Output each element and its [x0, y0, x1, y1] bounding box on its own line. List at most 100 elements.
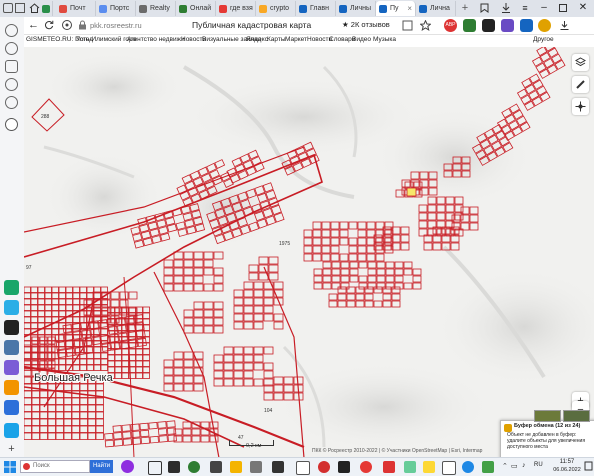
parcel[interactable]: [213, 354, 224, 363]
town-parcel[interactable]: [86, 286, 94, 293]
parcel[interactable]: [400, 242, 410, 251]
parcel[interactable]: [322, 282, 332, 290]
town-parcel[interactable]: [51, 328, 59, 335]
parcel[interactable]: [24, 376, 32, 385]
parcel[interactable]: [253, 378, 264, 387]
parcel[interactable]: [357, 221, 367, 230]
parcel-block[interactable]: [213, 346, 274, 387]
parcel[interactable]: [243, 346, 254, 355]
browser-tab[interactable]: Пу ×: [376, 1, 416, 16]
bookmark-item[interactable]: Яндекс: [246, 36, 268, 43]
town-parcel[interactable]: [135, 348, 143, 355]
parcel[interactable]: [183, 251, 194, 260]
browser-tab[interactable]: Личны: [336, 1, 376, 16]
parcel[interactable]: [348, 237, 358, 246]
town-parcel[interactable]: [93, 292, 101, 299]
parcel[interactable]: [263, 392, 274, 401]
town-parcel[interactable]: [72, 364, 80, 371]
parcel[interactable]: [313, 282, 323, 290]
town-parcel[interactable]: [58, 358, 66, 365]
parcel[interactable]: [469, 206, 479, 215]
town-parcel[interactable]: [142, 360, 150, 367]
town-parcel[interactable]: [51, 310, 59, 317]
bookmark-item[interactable]: Музыка: [373, 36, 396, 43]
taskbar-app-white[interactable]: [296, 461, 310, 475]
town-parcel[interactable]: [55, 411, 64, 419]
reload-icon[interactable]: [44, 20, 54, 30]
parcel[interactable]: [149, 228, 160, 238]
parcel[interactable]: [331, 268, 341, 276]
town-parcel[interactable]: [51, 298, 59, 305]
parcel[interactable]: [313, 268, 323, 276]
parcel[interactable]: [193, 317, 204, 326]
parcel[interactable]: [385, 261, 395, 269]
parcel[interactable]: [223, 378, 234, 387]
town-parcel[interactable]: [30, 310, 38, 317]
parcel[interactable]: [39, 344, 48, 353]
parcel-block[interactable]: [104, 420, 177, 448]
parcel[interactable]: [349, 261, 359, 269]
town-parcel[interactable]: [44, 310, 52, 317]
town-parcel[interactable]: [87, 425, 96, 433]
parcel[interactable]: [312, 221, 322, 230]
parcel[interactable]: [394, 275, 404, 283]
extension-icon-green[interactable]: [463, 19, 476, 32]
parcel[interactable]: [183, 359, 194, 368]
town-parcel[interactable]: [55, 404, 64, 412]
town-parcel[interactable]: [30, 304, 38, 311]
parcel[interactable]: [233, 297, 244, 306]
taskbar-app-notes[interactable]: [442, 461, 456, 475]
town-parcel[interactable]: [128, 348, 136, 355]
parcel[interactable]: [233, 313, 244, 322]
town-parcel[interactable]: [24, 304, 31, 311]
file-explorer-icon[interactable]: [230, 461, 242, 473]
parcel[interactable]: [193, 309, 204, 318]
parcel[interactable]: [348, 221, 358, 230]
parcel[interactable]: [101, 342, 112, 352]
parcel[interactable]: [340, 282, 350, 290]
parcel[interactable]: [110, 299, 120, 308]
town-parcel[interactable]: [31, 397, 40, 405]
parcel[interactable]: [163, 275, 174, 284]
parcel[interactable]: [122, 438, 133, 446]
town-parcel[interactable]: [87, 418, 96, 426]
parcel[interactable]: [213, 317, 224, 326]
parcel[interactable]: [101, 299, 111, 308]
town-parcel[interactable]: [47, 404, 56, 412]
extension-icon-purple[interactable]: [501, 19, 514, 32]
parcel[interactable]: [233, 362, 244, 371]
taskbar-app-terminal[interactable]: [272, 461, 284, 473]
parcel[interactable]: [331, 275, 341, 283]
town-parcel[interactable]: [24, 298, 31, 305]
town-block[interactable]: [24, 376, 104, 440]
parcel[interactable]: [248, 272, 259, 281]
parcel[interactable]: [248, 264, 259, 273]
town-parcel[interactable]: [142, 354, 150, 361]
parcel[interactable]: [223, 346, 234, 355]
town-parcel[interactable]: [24, 310, 31, 317]
town-parcel[interactable]: [24, 316, 31, 323]
parcel[interactable]: [253, 305, 264, 314]
town-parcel[interactable]: [135, 354, 143, 361]
parcel[interactable]: [358, 275, 368, 283]
parcel[interactable]: [339, 237, 349, 246]
town-parcel[interactable]: [142, 306, 150, 313]
town-parcel[interactable]: [114, 360, 122, 367]
parcel[interactable]: [173, 283, 184, 292]
parcel[interactable]: [268, 256, 279, 265]
town-parcel[interactable]: [24, 432, 32, 440]
town-parcel[interactable]: [71, 383, 80, 391]
parcel[interactable]: [382, 286, 392, 294]
town-parcel[interactable]: [39, 411, 48, 419]
parcel[interactable]: [367, 268, 377, 276]
bookmark-item[interactable]: Маркет: [285, 36, 307, 43]
town-parcel[interactable]: [55, 418, 64, 426]
browser-tab[interactable]: Почт: [56, 1, 96, 16]
parcel[interactable]: [313, 275, 323, 283]
parcel[interactable]: [385, 282, 395, 290]
town-parcel[interactable]: [58, 304, 66, 311]
parcel[interactable]: [367, 275, 377, 283]
town-parcel[interactable]: [72, 286, 80, 293]
parcel[interactable]: [133, 239, 145, 249]
parcel[interactable]: [394, 268, 404, 276]
